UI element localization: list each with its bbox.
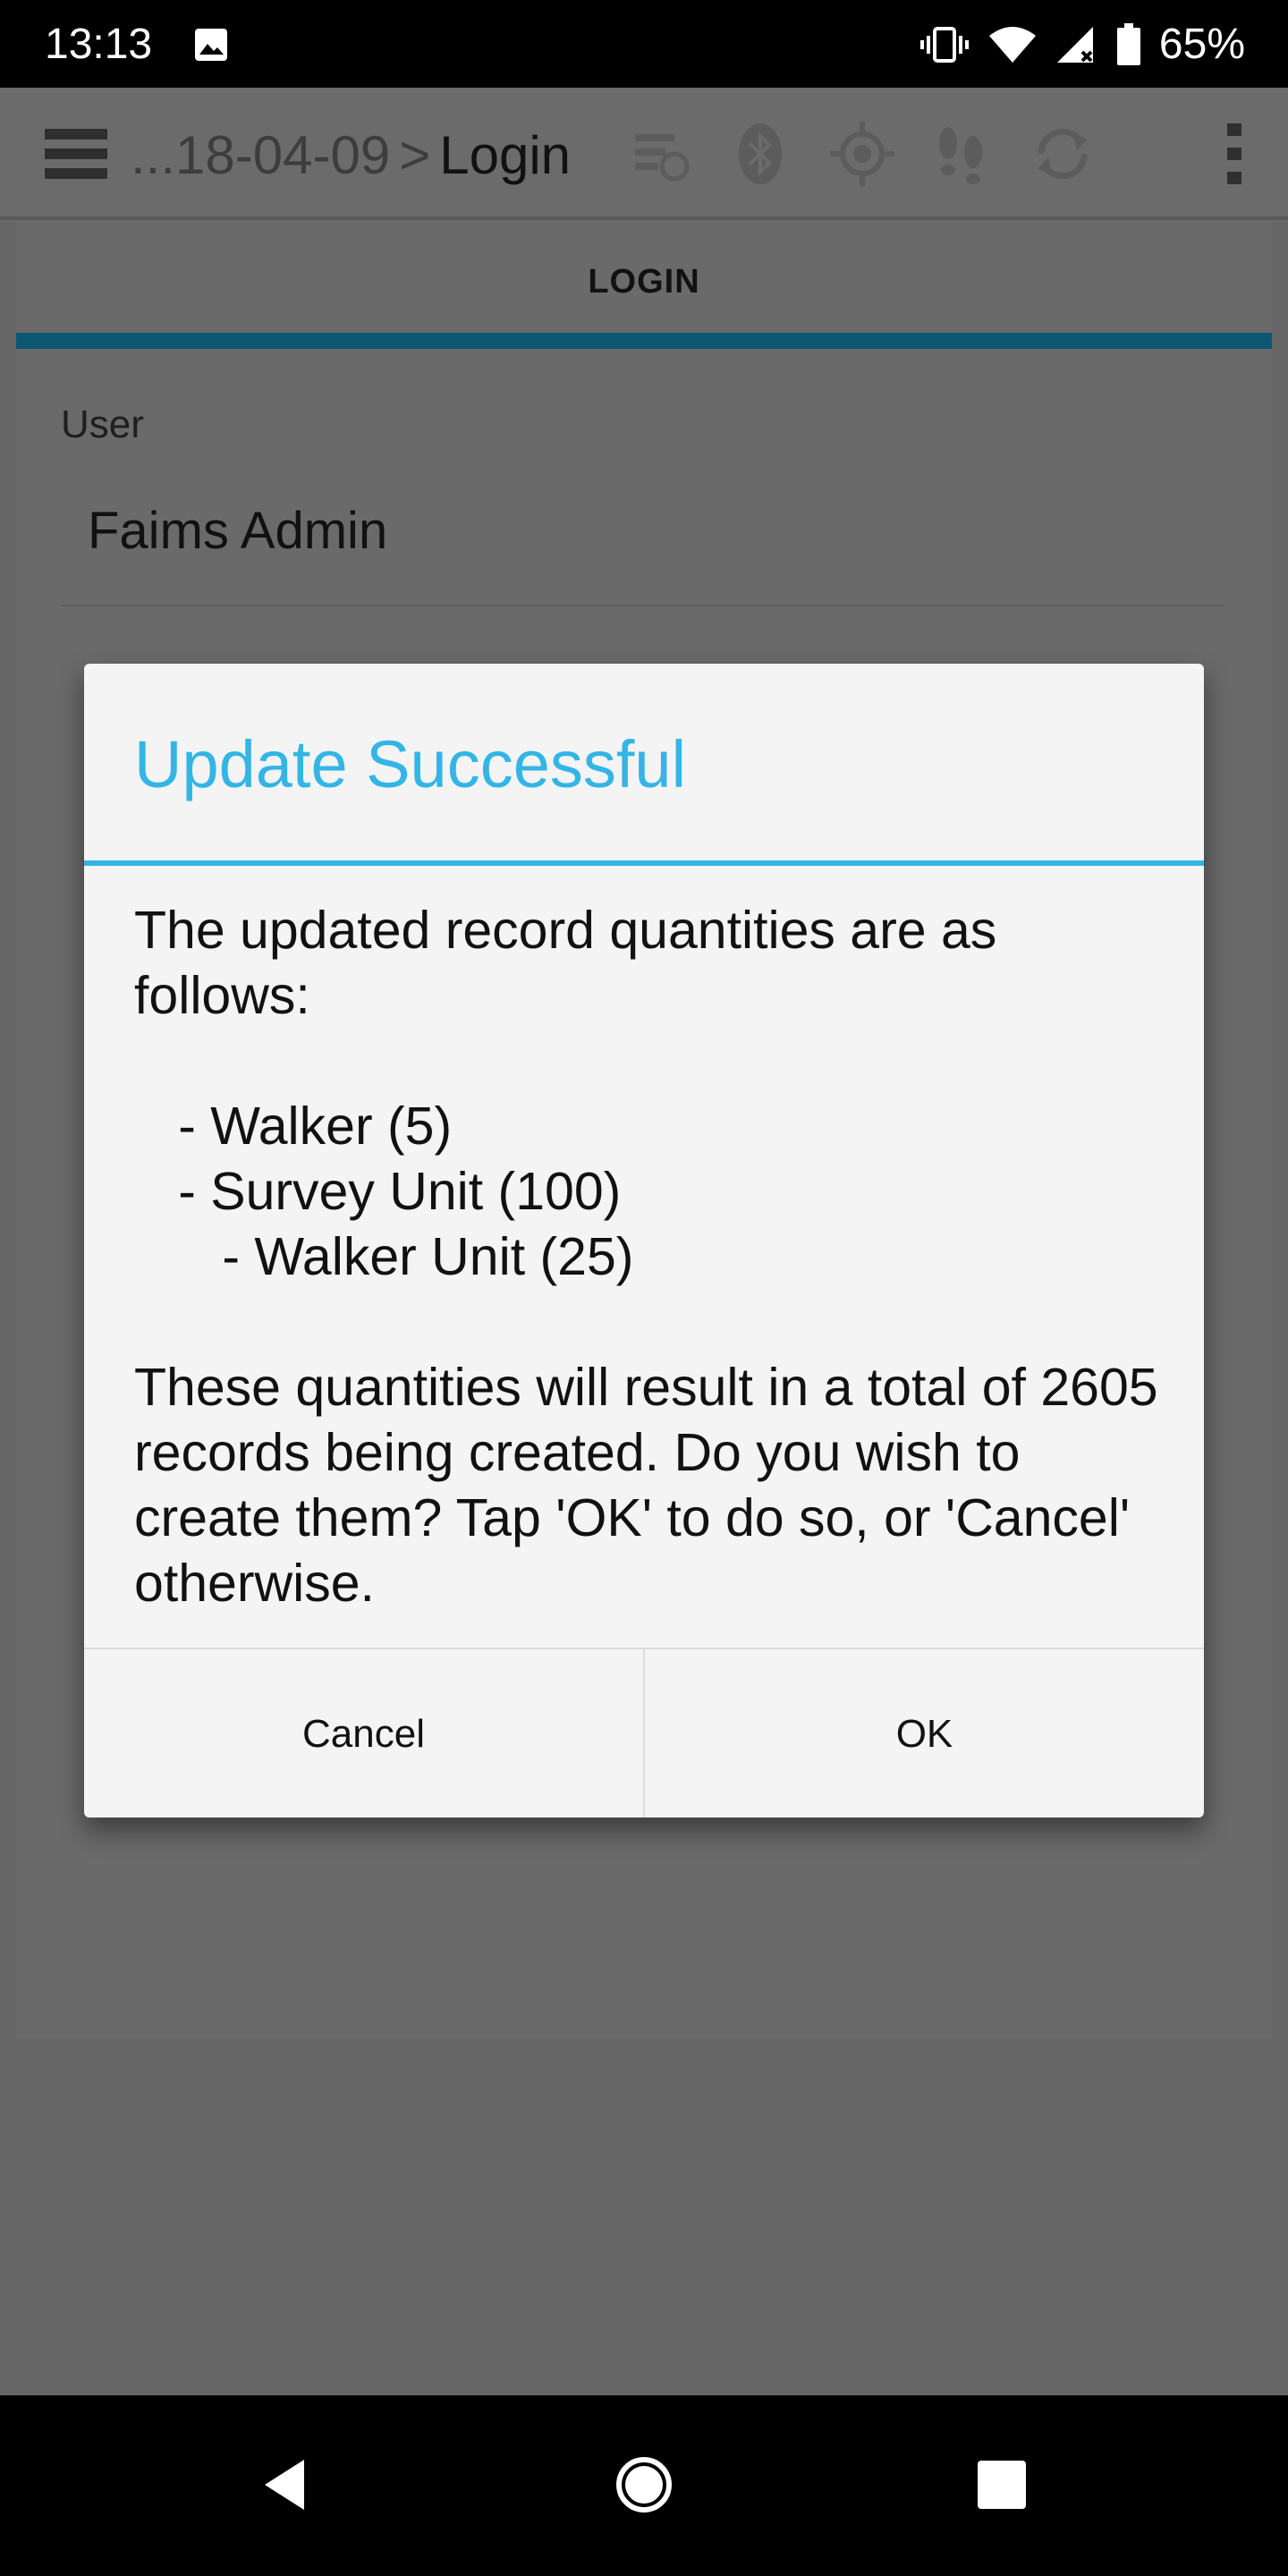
ok-button[interactable]: OK xyxy=(643,1649,1204,1818)
dialog-message: The updated record quantities are as fol… xyxy=(134,901,1158,1613)
dialog-button-bar: Cancel OK xyxy=(84,1648,1204,1818)
dialog-title-divider xyxy=(84,860,1204,866)
tab-login[interactable]: LOGIN xyxy=(16,220,1272,349)
breadcrumb-current: Login xyxy=(439,125,572,185)
back-icon[interactable] xyxy=(250,2449,322,2521)
user-field[interactable]: Faims Admin xyxy=(88,501,387,561)
sync-icon[interactable] xyxy=(1029,120,1097,188)
app-toolbar: ...18-04-09 > Login xyxy=(0,88,1288,220)
update-successful-dialog: Update Successful The updated record qua… xyxy=(84,664,1204,1818)
status-bar: 13:13 65% xyxy=(0,0,1288,88)
breadcrumb-separator: > xyxy=(399,125,431,185)
menu-icon[interactable] xyxy=(45,127,107,181)
breadcrumb: ...18-04-09 > Login xyxy=(131,123,571,188)
tab-login-label: LOGIN xyxy=(588,263,700,301)
battery-icon xyxy=(1116,23,1140,65)
navigation-bar xyxy=(0,2395,1288,2576)
tab-indicator xyxy=(16,333,1272,349)
bluetooth-icon[interactable] xyxy=(726,120,794,188)
dialog-title: Update Successful xyxy=(134,727,687,801)
overflow-menu-icon[interactable] xyxy=(1216,120,1252,188)
status-icons: 65% xyxy=(919,18,1245,72)
user-field-underline xyxy=(61,605,1224,606)
cell-signal-no-data-icon xyxy=(1056,27,1093,63)
home-icon[interactable] xyxy=(608,2449,680,2521)
battery-percent: 65% xyxy=(1158,21,1245,68)
tracking-footsteps-icon[interactable] xyxy=(927,120,995,188)
image-icon xyxy=(195,29,227,61)
wifi-icon xyxy=(988,27,1036,63)
user-field-label: User xyxy=(61,402,144,446)
recents-icon[interactable] xyxy=(966,2449,1038,2521)
cancel-button[interactable]: Cancel xyxy=(84,1649,643,1818)
vibrate-icon xyxy=(919,27,969,63)
sync-status-icon[interactable] xyxy=(626,120,694,188)
status-time: 13:13 xyxy=(45,21,153,68)
breadcrumb-parent[interactable]: ...18-04-09 xyxy=(131,125,390,185)
gps-icon[interactable] xyxy=(828,120,896,188)
